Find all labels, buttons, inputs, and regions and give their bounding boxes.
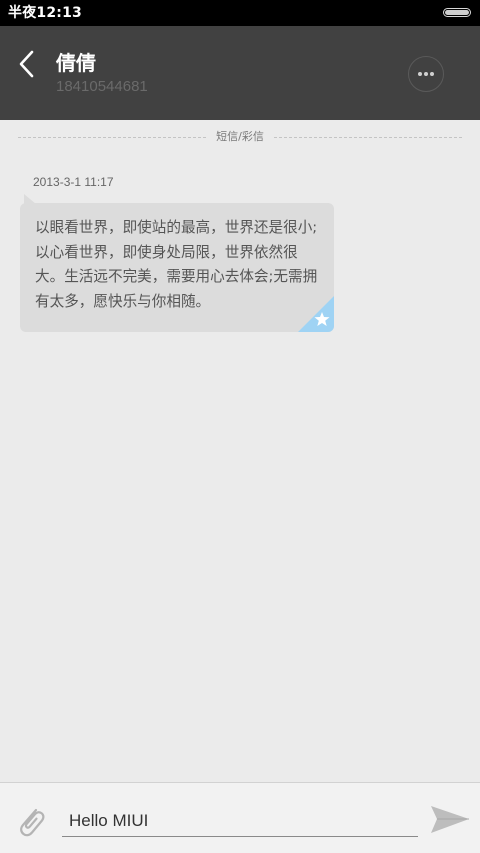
message-input[interactable] <box>62 805 418 837</box>
message-type-divider: 短信/彩信 <box>216 130 264 143</box>
status-time: 半夜12:13 <box>8 5 82 21</box>
star-icon <box>314 312 330 326</box>
paperclip-icon <box>20 808 45 837</box>
divider-line-left <box>18 137 206 138</box>
attach-button[interactable] <box>14 801 48 839</box>
contact-name[interactable]: 倩倩 <box>56 50 96 76</box>
message-timestamp: 2013-3-1 11:17 <box>33 175 114 189</box>
battery-fill <box>445 10 469 15</box>
status-bar: 半夜12:13 <box>0 0 480 26</box>
contact-number: 18410544681 <box>56 78 148 95</box>
chevron-left-icon <box>19 50 34 78</box>
back-button[interactable] <box>12 48 44 82</box>
more-dots-icon <box>418 72 434 76</box>
send-button[interactable] <box>428 803 472 837</box>
composer-bar <box>0 782 480 853</box>
message-bubble[interactable]: 以眼看世界，即使站的最高，世界还是很小;以心看世界，即使身处局限，世界依然很大。… <box>20 203 334 332</box>
message-text: 以眼看世界，即使站的最高，世界还是很小;以心看世界，即使身处局限，世界依然很大。… <box>35 219 318 310</box>
more-options-button[interactable] <box>408 56 444 92</box>
conversation-header: 倩倩 18410544681 <box>0 26 480 120</box>
divider-line-right <box>274 137 462 138</box>
battery-icon <box>443 8 471 17</box>
send-icon <box>431 806 469 833</box>
